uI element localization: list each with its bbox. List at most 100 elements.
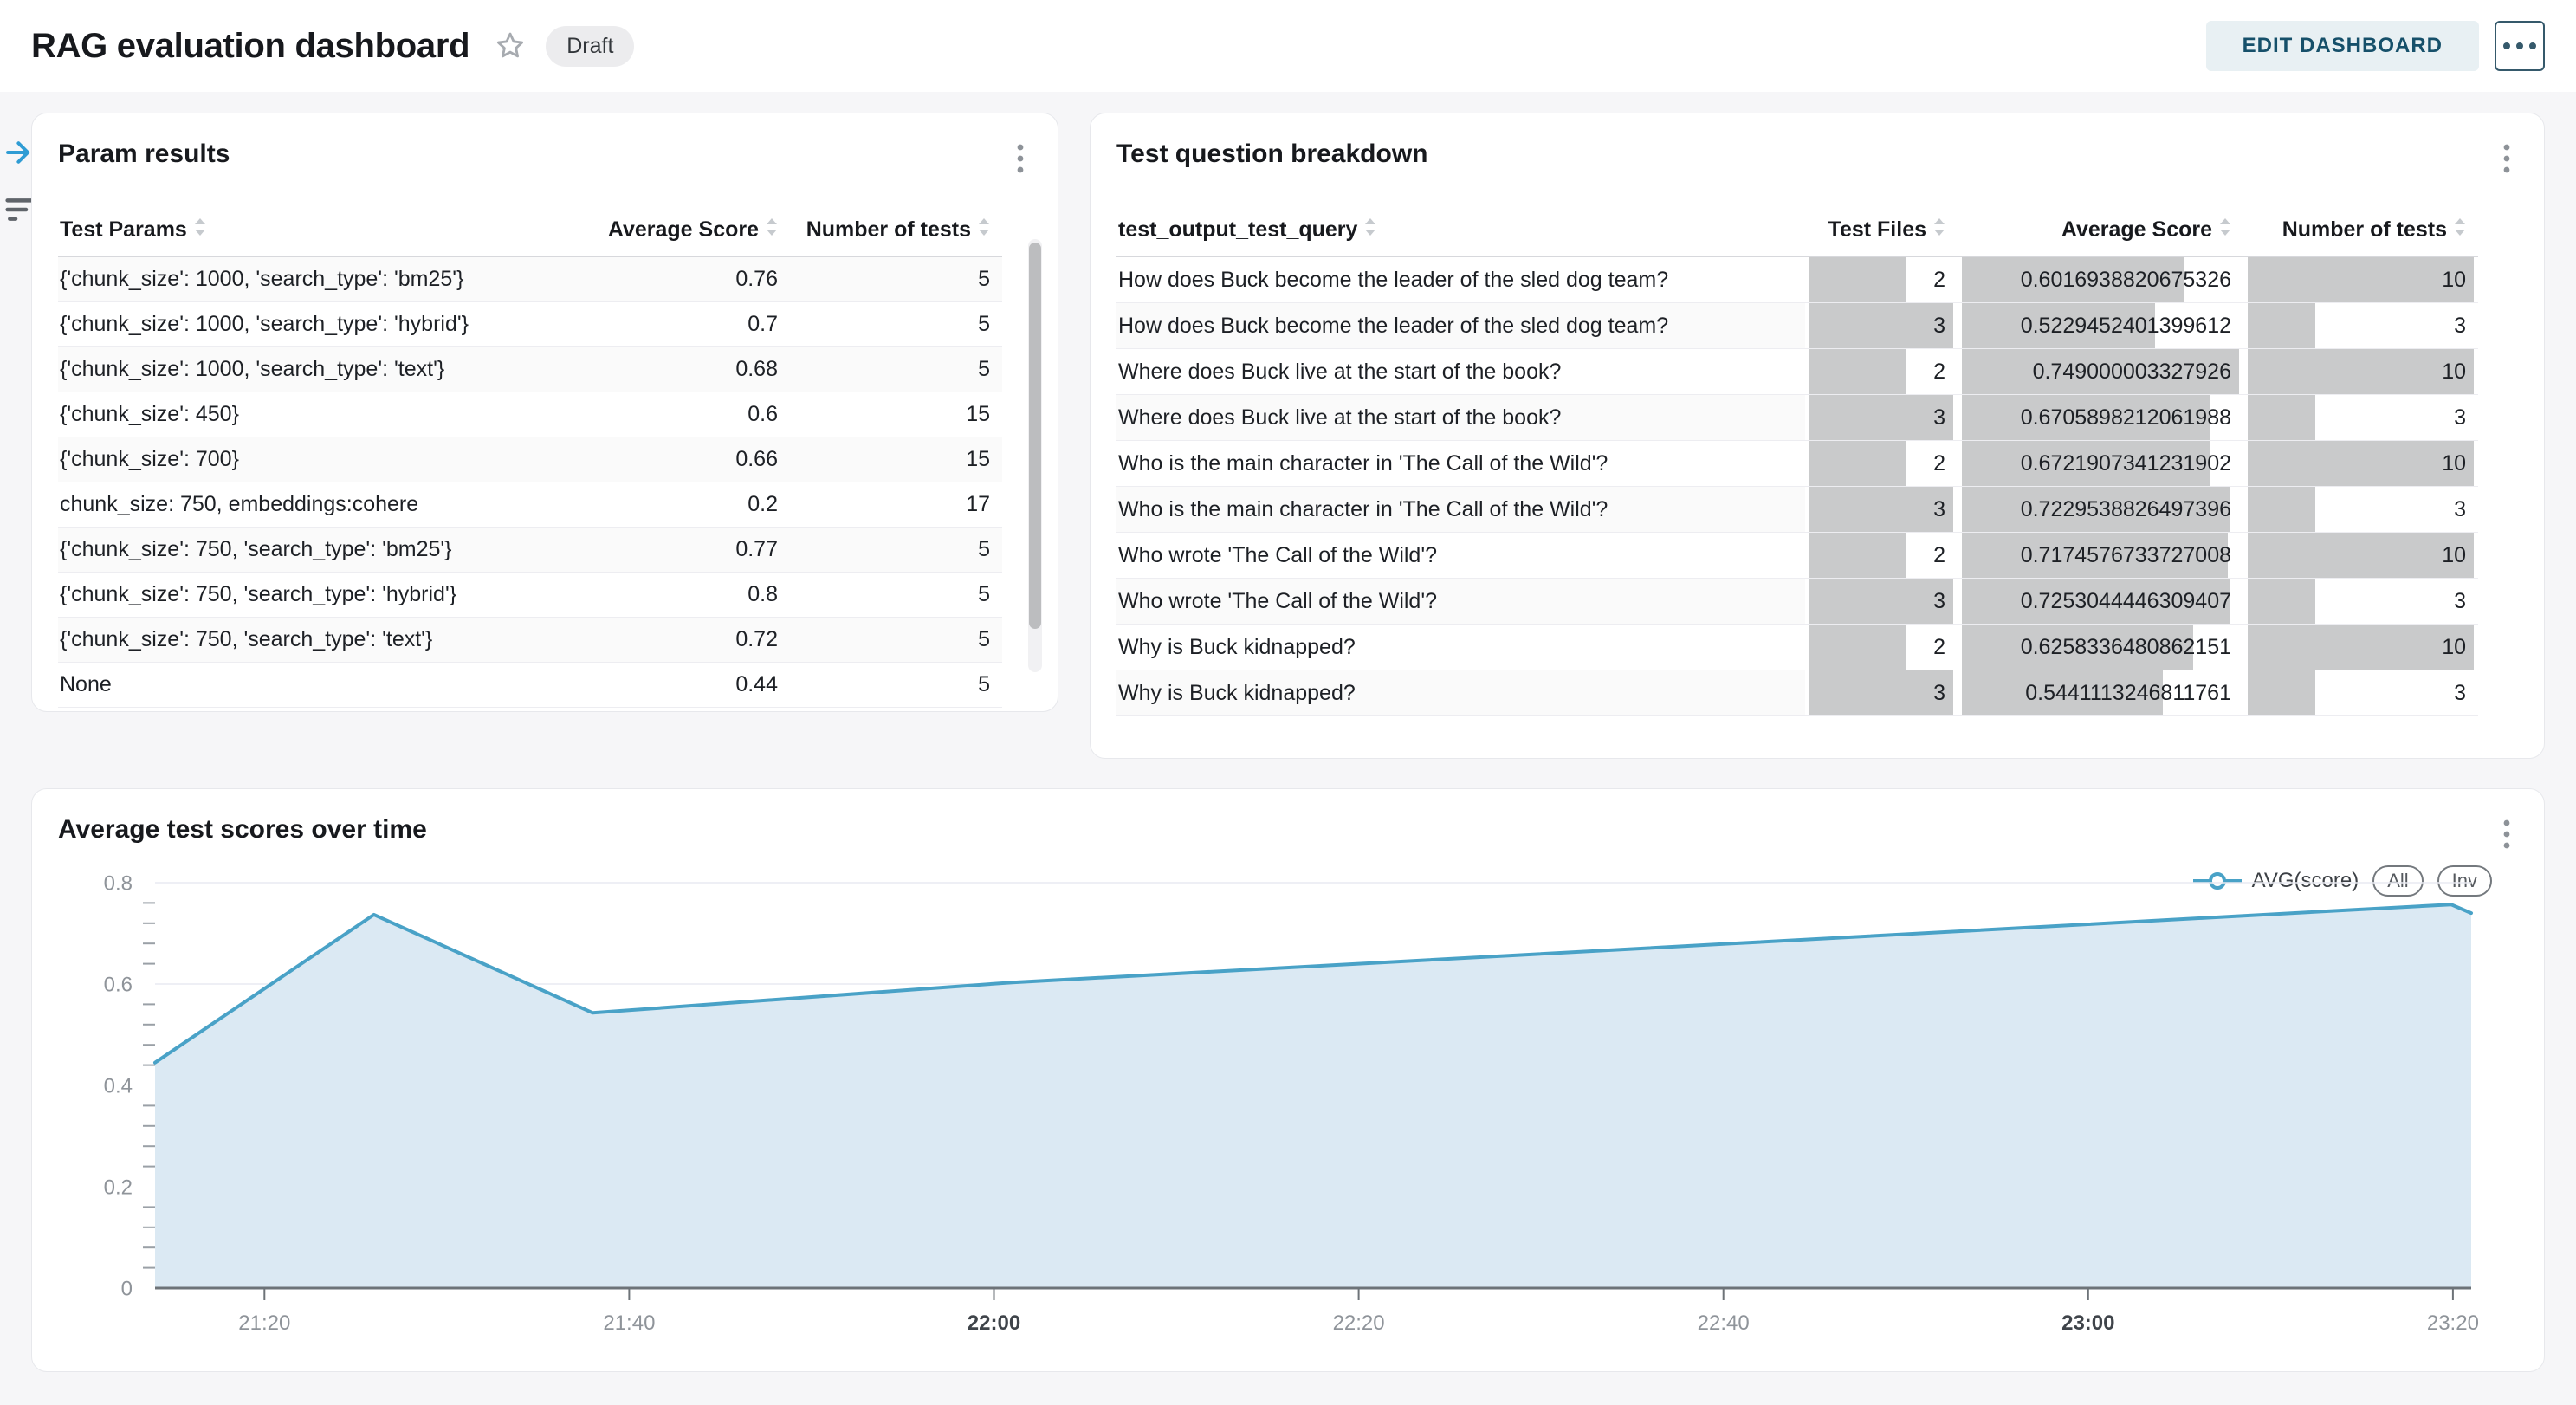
cell-test-params: {'chunk_size': 700} <box>58 437 578 482</box>
table-row: {'chunk_size': 450}0.615 <box>58 392 1002 437</box>
cell-test-params: None <box>58 662 578 707</box>
question-breakdown-card: Test question breakdown test_output_test… <box>1090 113 2545 759</box>
cell-number-of-tests: 10 <box>2243 256 2478 303</box>
svg-text:21:40: 21:40 <box>603 1311 655 1335</box>
cell-test-params: {'chunk_size': 1000, 'search_type': 'hyb… <box>58 301 578 346</box>
table-scrollbar <box>1028 239 1042 672</box>
svg-text:23:00: 23:00 <box>2061 1311 2114 1335</box>
cell-number-of-tests: 17 <box>790 482 1002 527</box>
param-results-card: Param results Test Params Average Score … <box>31 113 1058 712</box>
cell-number-of-tests: 10 <box>2243 349 2478 395</box>
cell-average-score: 0.72 <box>578 617 790 662</box>
cell-average-score: 0.5229452401399612 <box>1958 303 2243 349</box>
question-breakdown-body: How does Buck become the leader of the s… <box>1116 256 2478 716</box>
kebab-menu-icon[interactable] <box>2495 139 2518 182</box>
table-row: Why is Buck kidnapped?20.625833648086215… <box>1116 625 2478 670</box>
cell-test-files: 2 <box>1805 349 1958 395</box>
cell-average-score: 0.8 <box>578 572 790 617</box>
cell-average-score: 0.68 <box>578 346 790 392</box>
table-row: Who is the main character in 'The Call o… <box>1116 487 2478 533</box>
question-breakdown-table: test_output_test_query Test Files Averag… <box>1116 204 2478 716</box>
cell-query: Why is Buck kidnapped? <box>1116 670 1805 716</box>
cell-number-of-tests: 5 <box>790 346 1002 392</box>
ellipsis-icon <box>2503 42 2510 49</box>
cell-average-score: 0.6 <box>578 392 790 437</box>
sort-icon <box>1364 217 1376 243</box>
sort-icon <box>1933 217 1945 243</box>
column-header-average-score[interactable]: Average Score <box>1958 204 2243 256</box>
cell-test-files: 3 <box>1805 487 1958 533</box>
cell-test-files: 3 <box>1805 395 1958 441</box>
cell-average-score: 0.7229538826497396 <box>1958 487 2243 533</box>
cell-average-score: 0.66 <box>578 437 790 482</box>
svg-text:22:00: 22:00 <box>968 1311 1020 1335</box>
svg-text:23:20: 23:20 <box>2427 1311 2479 1335</box>
column-header-average-score[interactable]: Average Score <box>578 204 790 256</box>
cell-average-score: 0.7253044446309407 <box>1958 579 2243 625</box>
table-row: {'chunk_size': 1000, 'search_type': 'tex… <box>58 346 1002 392</box>
more-options-button[interactable] <box>2495 21 2545 71</box>
cell-query: Who is the main character in 'The Call o… <box>1116 441 1805 487</box>
status-badge: Draft <box>546 26 634 67</box>
cell-number-of-tests: 3 <box>2243 670 2478 716</box>
kebab-menu-icon[interactable] <box>1009 139 1032 182</box>
cell-number-of-tests: 3 <box>2243 303 2478 349</box>
cell-number-of-tests: 10 <box>2243 625 2478 670</box>
table-row: Who is the main character in 'The Call o… <box>1116 441 2478 487</box>
cell-number-of-tests: 15 <box>790 392 1002 437</box>
table-row: {'chunk_size': 700}0.6615 <box>58 437 1002 482</box>
cell-query: Who wrote 'The Call of the Wild'? <box>1116 533 1805 579</box>
cell-test-files: 2 <box>1805 533 1958 579</box>
svg-text:21:20: 21:20 <box>238 1311 290 1335</box>
cell-test-params: {'chunk_size': 750, 'search_type': 'bm25… <box>58 527 578 572</box>
table-row: How does Buck become the leader of the s… <box>1116 303 2478 349</box>
cell-number-of-tests: 5 <box>790 617 1002 662</box>
cell-query: Why is Buck kidnapped? <box>1116 625 1805 670</box>
table-row: chunk_size: 750, embeddings:cohere0.217 <box>58 482 1002 527</box>
cell-number-of-tests: 10 <box>2243 441 2478 487</box>
cell-test-files: 2 <box>1805 256 1958 303</box>
param-results-title: Param results <box>58 139 230 169</box>
cell-number-of-tests: 3 <box>2243 487 2478 533</box>
cell-average-score: 0.77 <box>578 527 790 572</box>
cell-query: Where does Buck live at the start of the… <box>1116 349 1805 395</box>
cell-number-of-tests: 5 <box>790 572 1002 617</box>
cell-average-score: 0.5441113246811761 <box>1958 670 2243 716</box>
svg-text:0.6: 0.6 <box>104 973 133 996</box>
favorite-star-icon[interactable] <box>494 29 527 62</box>
column-header-test-params[interactable]: Test Params <box>58 204 578 256</box>
column-header-query[interactable]: test_output_test_query <box>1116 204 1805 256</box>
cell-test-files: 3 <box>1805 670 1958 716</box>
svg-text:22:40: 22:40 <box>1698 1311 1750 1335</box>
cell-number-of-tests: 15 <box>790 437 1002 482</box>
cell-number-of-tests: 5 <box>790 527 1002 572</box>
cell-test-files: 2 <box>1805 441 1958 487</box>
page-title: RAG evaluation dashboard <box>31 27 469 66</box>
table-row: {'chunk_size': 1000, 'search_type': 'bm2… <box>58 256 1002 301</box>
cell-average-score: 0.6705898212061988 <box>1958 395 2243 441</box>
cell-average-score: 0.7174576733727008 <box>1958 533 2243 579</box>
table-row: Why is Buck kidnapped?30.544111324681176… <box>1116 670 2478 716</box>
table-row: {'chunk_size': 1000, 'search_type': 'hyb… <box>58 301 1002 346</box>
scrollbar-thumb[interactable] <box>1029 243 1041 629</box>
cell-test-files: 3 <box>1805 303 1958 349</box>
cell-query: How does Buck become the leader of the s… <box>1116 256 1805 303</box>
cell-test-params: {'chunk_size': 1000, 'search_type': 'bm2… <box>58 256 578 301</box>
svg-text:0.8: 0.8 <box>104 871 133 895</box>
edit-dashboard-button[interactable]: EDIT DASHBOARD <box>2206 21 2479 71</box>
cell-average-score: 0.6016938820675326 <box>1958 256 2243 303</box>
top-bar: RAG evaluation dashboard Draft EDIT DASH… <box>0 0 2576 92</box>
column-header-test-files[interactable]: Test Files <box>1805 204 1958 256</box>
column-header-number-of-tests[interactable]: Number of tests <box>2243 204 2478 256</box>
chart-card: Average test scores over time AVG(score)… <box>31 788 2545 1372</box>
column-header-number-of-tests[interactable]: Number of tests <box>790 204 1002 256</box>
cell-average-score: 0.6258336480862151 <box>1958 625 2243 670</box>
cell-number-of-tests: 5 <box>790 256 1002 301</box>
cell-test-params: {'chunk_size': 1000, 'search_type': 'tex… <box>58 346 578 392</box>
cell-test-files: 2 <box>1805 625 1958 670</box>
cell-average-score: 0.2 <box>578 482 790 527</box>
sort-icon <box>2219 217 2231 243</box>
cell-average-score: 0.76 <box>578 256 790 301</box>
table-row: Who wrote 'The Call of the Wild'?20.7174… <box>1116 533 2478 579</box>
cell-query: Who wrote 'The Call of the Wild'? <box>1116 579 1805 625</box>
